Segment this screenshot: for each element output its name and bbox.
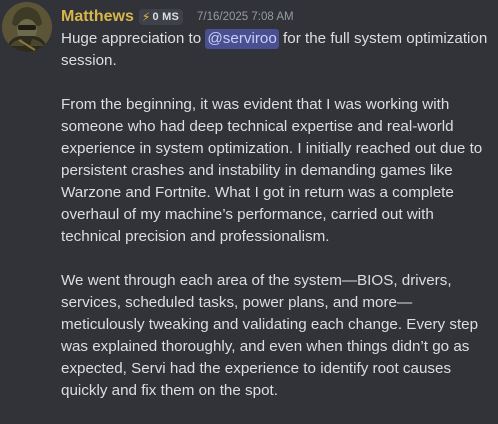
server-tag-badge[interactable]: ⚡ 0 MS (138, 9, 184, 25)
message-paragraph: We went through each area of the system—… (61, 272, 479, 399)
message-content: Huge appreciation to @serviroo for the f… (61, 28, 493, 402)
message-header: Matthews ⚡ 0 MS 7/16/2025 7:08 AM (61, 6, 294, 28)
server-tag-label: 0 MS (152, 11, 180, 23)
message-timestamp[interactable]: 7/16/2025 7:08 AM (197, 7, 294, 27)
message-paragraph: Huge appreciation to @serviroo for the f… (61, 28, 493, 72)
message-paragraph: From the beginning, it was evident that … (61, 96, 483, 245)
chat-message: Matthews ⚡ 0 MS 7/16/2025 7:08 AM Huge a… (0, 0, 498, 424)
lightning-bolt-icon: ⚡ (141, 10, 151, 24)
user-mention[interactable]: @serviroo (205, 29, 279, 49)
paragraph-text: Huge appreciation to (61, 30, 206, 47)
avatar-image (2, 2, 52, 52)
author-name[interactable]: Matthews (61, 7, 134, 27)
avatar[interactable] (2, 2, 52, 52)
